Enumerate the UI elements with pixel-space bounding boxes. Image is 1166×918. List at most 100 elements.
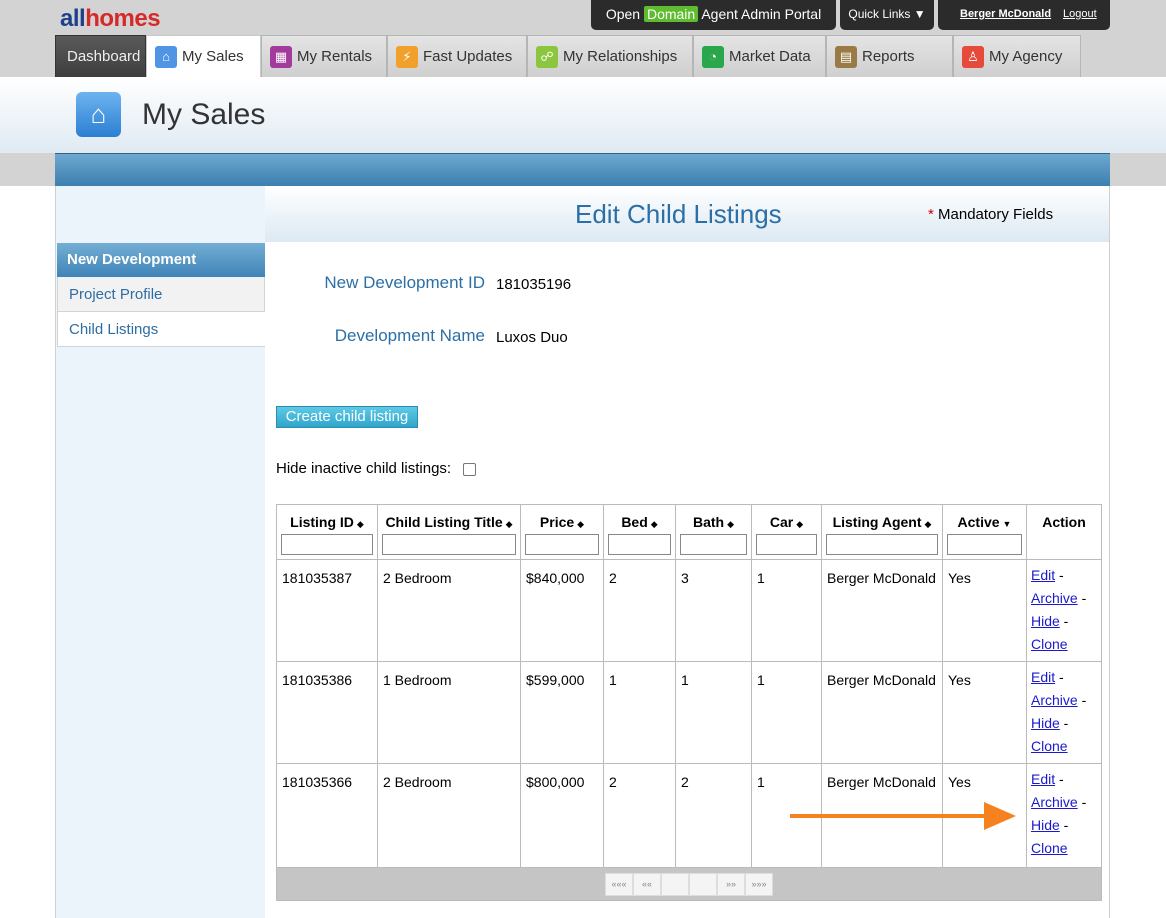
pager-first-button[interactable]: ««« <box>605 873 633 896</box>
column-header-listing-id[interactable]: Listing ID ◆ <box>277 505 378 560</box>
create-child-listing-button[interactable]: Create child listing <box>276 406 418 428</box>
archive-link[interactable]: Archive <box>1031 590 1078 606</box>
separator: - <box>1059 715 1069 731</box>
separator: - <box>1059 817 1069 833</box>
allhomes-logo[interactable]: allhomes <box>60 5 161 33</box>
edit-link[interactable]: Edit <box>1031 567 1055 583</box>
quick-links-dropdown[interactable]: Quick Links ▼ <box>840 0 934 30</box>
filter-input-bed[interactable] <box>608 534 671 555</box>
cell-car: 1 <box>757 774 765 790</box>
column-header-active[interactable]: Active ▼ <box>943 505 1027 560</box>
hide-inactive-checkbox[interactable] <box>463 463 476 476</box>
table-cell: 2 <box>676 764 752 868</box>
page-title: My Sales <box>142 98 266 131</box>
cell-active: Yes <box>948 774 971 790</box>
column-header-agent[interactable]: Listing Agent ◆ <box>822 505 943 560</box>
cell-title: 2 Bedroom <box>383 774 452 790</box>
cell-bed: 2 <box>609 570 617 586</box>
column-header-action: Action <box>1027 505 1101 560</box>
tab-my-sales[interactable]: ⌂ My Sales <box>146 35 261 77</box>
hide-link[interactable]: Hide <box>1031 817 1060 833</box>
pager-page-box-2[interactable] <box>689 873 717 896</box>
child-listings-table: Listing ID ◆ Child Listing Title ◆ Price ◆ … <box>276 504 1102 901</box>
portal-rest-text: Agent Admin Portal <box>701 6 822 22</box>
header-label: Child Listing Title <box>385 514 503 530</box>
header-label: Car <box>769 514 794 530</box>
cell-price: $800,000 <box>526 774 585 790</box>
cell-bed: 1 <box>609 672 617 688</box>
tab-my-agency[interactable]: ♙ My Agency <box>953 35 1081 77</box>
tab-market-data[interactable]: ◔ Market Data <box>693 35 826 77</box>
cell-listing-id: 181035386 <box>282 672 353 688</box>
tab-my-relationships[interactable]: ☍ My Relationships <box>527 35 693 77</box>
pie-chart-icon: ◔ <box>702 46 724 68</box>
cell-listing-id: 181035366 <box>282 774 353 790</box>
tab-label: Market Data <box>729 48 811 65</box>
tab-label: My Relationships <box>563 48 678 65</box>
sidebar-item-child-listings[interactable]: Child Listings <box>57 312 265 347</box>
table-cell: 3 <box>676 560 752 662</box>
filter-input-price[interactable] <box>525 534 599 555</box>
edit-link[interactable]: Edit <box>1031 771 1055 787</box>
filter-input-active[interactable] <box>947 534 1022 555</box>
hide-link[interactable]: Hide <box>1031 715 1060 731</box>
separator: - <box>1055 567 1064 583</box>
header-label: Bath <box>692 514 725 530</box>
archive-link[interactable]: Archive <box>1031 692 1078 708</box>
portal-open-text: Open <box>605 6 641 22</box>
edit-link[interactable]: Edit <box>1031 669 1055 685</box>
filter-input-agent[interactable] <box>826 534 938 555</box>
column-header-price[interactable]: Price ◆ <box>521 505 604 560</box>
mandatory-fields-note: * Mandatory Fields <box>928 206 1053 223</box>
user-name-link[interactable]: Berger McDonald <box>960 0 1051 28</box>
sidebar-item-project-profile[interactable]: Project Profile <box>57 277 265 312</box>
clone-link[interactable]: Clone <box>1031 738 1068 754</box>
dev-id-value: 181035196 <box>496 276 572 293</box>
column-header-bath[interactable]: Bath ◆ <box>676 505 752 560</box>
separator: - <box>1055 771 1064 787</box>
header-label: Listing ID <box>290 514 354 530</box>
table-cell: $840,000 <box>521 560 604 662</box>
tab-label: My Sales <box>182 48 244 65</box>
mandatory-label: Mandatory Fields <box>938 206 1054 223</box>
cell-listing-id: 181035387 <box>282 570 353 586</box>
filter-input-title[interactable] <box>382 534 516 555</box>
table-row: 181035386 <box>277 662 378 764</box>
tab-fast-updates[interactable]: ⚡ Fast Updates <box>387 35 527 77</box>
tab-reports[interactable]: ▤ Reports <box>826 35 953 77</box>
separator: - <box>1055 669 1064 685</box>
pager-last-button[interactable]: »»» <box>745 873 773 896</box>
tab-my-rentals[interactable]: ▦ My Rentals <box>261 35 387 77</box>
lightning-icon: ⚡ <box>396 46 418 68</box>
clone-link[interactable]: Clone <box>1031 636 1068 652</box>
pager-prev-button[interactable]: «« <box>633 873 661 896</box>
column-header-title[interactable]: Child Listing Title ◆ <box>378 505 521 560</box>
sidebar-heading: New Development <box>57 243 265 277</box>
clone-link[interactable]: Clone <box>1031 840 1068 856</box>
table-cell: Berger McDonald <box>822 662 943 764</box>
table-cell: Berger McDonald <box>822 560 943 662</box>
table-cell: $800,000 <box>521 764 604 868</box>
pager-page-box[interactable] <box>661 873 689 896</box>
filter-input-bath[interactable] <box>680 534 747 555</box>
table-cell: $599,000 <box>521 662 604 764</box>
open-domain-portal-button[interactable]: Open Domain Agent Admin Portal <box>591 0 836 30</box>
table-cell: 2 <box>604 764 676 868</box>
table-cell: 1 <box>676 662 752 764</box>
cell-bed: 2 <box>609 774 617 790</box>
hide-link[interactable]: Hide <box>1031 613 1060 629</box>
filter-input-car[interactable] <box>756 534 817 555</box>
column-header-car[interactable]: Car ◆ <box>752 505 822 560</box>
separator: - <box>1077 590 1087 606</box>
archive-link[interactable]: Archive <box>1031 794 1078 810</box>
building-icon: ▦ <box>270 46 292 68</box>
logout-link[interactable]: Logout <box>1063 0 1097 28</box>
tab-dashboard[interactable]: Dashboard <box>55 35 146 77</box>
pager-next-button[interactable]: »» <box>717 873 745 896</box>
cell-agent: Berger McDonald <box>827 672 936 688</box>
column-header-bed[interactable]: Bed ◆ <box>604 505 676 560</box>
filter-input-listing-id[interactable] <box>281 534 373 555</box>
separator: - <box>1059 613 1069 629</box>
dev-name-value: Luxos Duo <box>496 329 568 346</box>
domain-badge: Domain <box>643 6 699 22</box>
